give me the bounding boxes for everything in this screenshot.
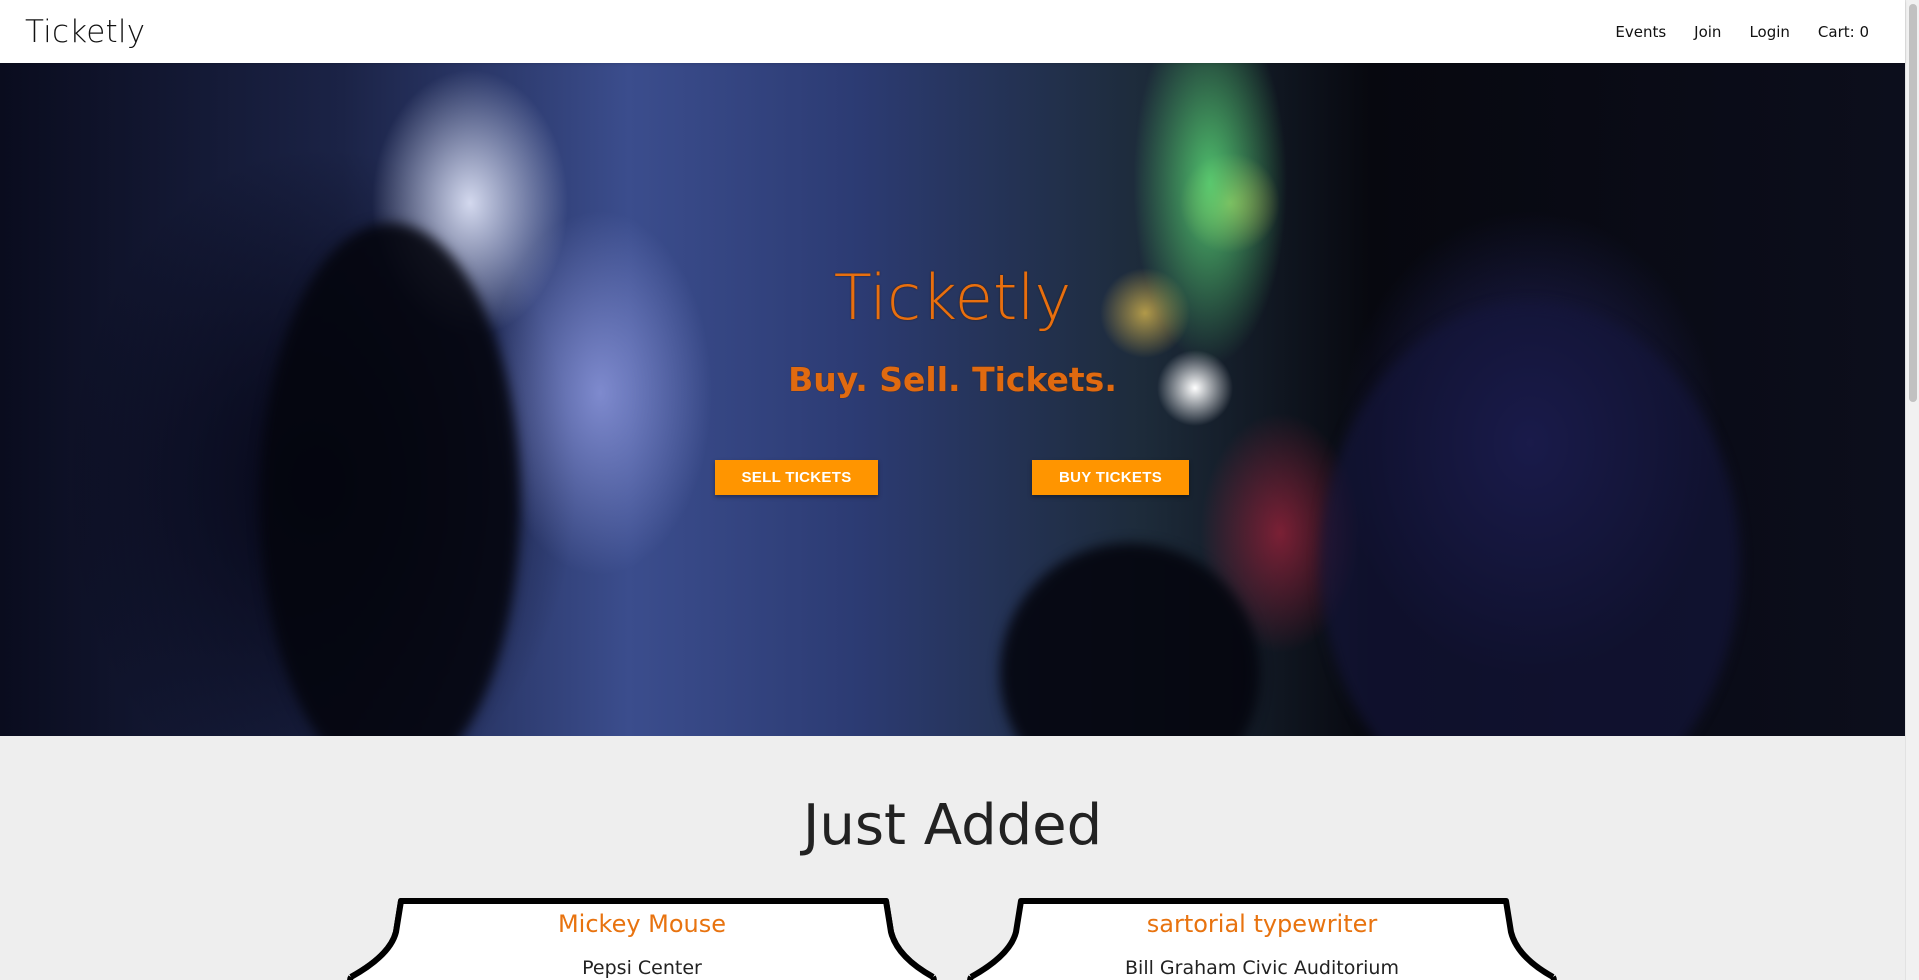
top-navbar: Ticketly Events Join Login Cart: 0 <box>0 0 1905 63</box>
nav-link-cart[interactable]: Cart: 0 <box>1818 23 1869 41</box>
ticket-event-name[interactable]: Mickey Mouse <box>341 910 943 938</box>
brand-logo[interactable]: Ticketly <box>25 14 145 50</box>
ticket-venue: Pepsi Center <box>582 957 702 979</box>
ticket-event-name[interactable]: sartorial typewriter <box>961 910 1563 938</box>
nav-link-login[interactable]: Login <box>1749 23 1789 41</box>
scrollbar-thumb[interactable] <box>1909 4 1917 402</box>
ticket-venue: Bill Graham Civic Auditorium <box>1125 957 1399 979</box>
page: Ticketly Events Join Login Cart: 0 Ticke… <box>0 0 1919 980</box>
just-added-heading: Just Added <box>802 793 1103 858</box>
nav-link-events[interactable]: Events <box>1615 23 1666 41</box>
buy-tickets-button[interactable]: BUY TICKETS <box>1032 460 1189 495</box>
hero-subtitle: Buy. Sell. Tickets. <box>788 360 1117 399</box>
hero-banner: Ticketly Buy. Sell. Tickets. SELL TICKET… <box>0 63 1905 736</box>
hero-title: Ticketly <box>833 261 1072 334</box>
nav-links: Events Join Login Cart: 0 <box>1615 23 1869 41</box>
hero-content: Ticketly Buy. Sell. Tickets. SELL TICKET… <box>0 63 1905 736</box>
sell-tickets-button[interactable]: SELL TICKETS <box>715 460 878 495</box>
page-scrollbar[interactable] <box>1905 0 1919 980</box>
nav-link-join[interactable]: Join <box>1694 23 1721 41</box>
